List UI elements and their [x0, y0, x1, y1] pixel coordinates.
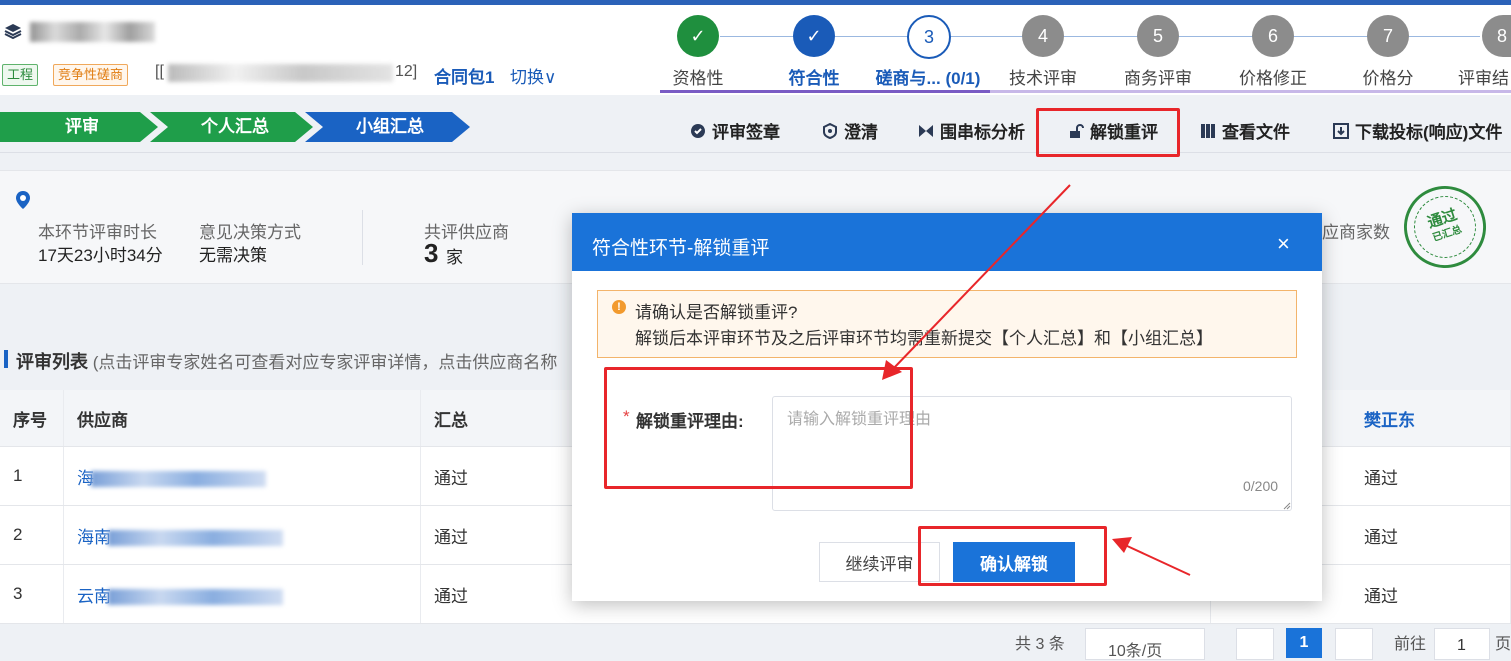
contract-package: 合同包1 — [434, 68, 495, 87]
stage-personal-summary[interactable]: 个人汇总 — [195, 112, 275, 142]
download-bid-files-button[interactable]: 下载投标(响应)文件 — [1333, 118, 1502, 143]
step-2-label[interactable]: 符合性 — [749, 64, 879, 89]
check-icon: ✓ — [806, 25, 822, 46]
stepper-progress — [660, 90, 990, 93]
step-4-circle[interactable]: 4 — [1022, 15, 1064, 57]
step-8-label[interactable]: 评审结 — [1458, 64, 1511, 89]
step-2-circle[interactable]: ✓ — [793, 15, 835, 57]
annotation-highlight-reason — [604, 367, 913, 489]
project-name-redacted — [30, 22, 155, 42]
decision-value: 无需决策 — [199, 246, 267, 265]
suppliers-unit: 家 — [446, 248, 463, 267]
project-code-prefix: [[ — [155, 63, 164, 80]
alert-description: 解锁后本评审环节及之后评审环节均需重新提交【个人汇总】和【小组汇总】 — [635, 329, 1213, 348]
duration-value: 17天23小时34分 — [38, 246, 163, 265]
col-supplier: 供应商 — [63, 390, 421, 447]
toolbar-divider — [0, 152, 1511, 153]
page-unit: 页 — [1495, 636, 1511, 653]
step-6-circle[interactable]: 6 — [1252, 15, 1294, 57]
chevron-down-icon: ∨ — [544, 68, 557, 87]
step-3-label[interactable]: 磋商与... (0/1) — [863, 64, 993, 89]
step-5-label[interactable]: 商务评审 — [1093, 64, 1223, 89]
stage-review[interactable]: 评审 — [60, 112, 104, 142]
shield-icon — [823, 122, 837, 139]
review-sign-button[interactable]: 评审签章 — [690, 118, 780, 143]
list-title-accent — [4, 350, 8, 368]
tag-engineering: 工程 — [2, 64, 39, 86]
dialog-title: 符合性环节-解锁重评 — [592, 238, 770, 259]
info-divider — [362, 210, 363, 265]
col-no: 序号 — [0, 390, 64, 447]
step-4-label[interactable]: 技术评审 — [978, 64, 1108, 89]
char-counter: 0/200 — [1243, 478, 1279, 494]
page-size-select[interactable]: 10条/页 — [1085, 628, 1205, 660]
stage-group-summary[interactable]: 小组汇总 — [350, 112, 430, 142]
switch-package-button[interactable]: 切换∨ — [510, 63, 556, 88]
step-5-circle[interactable]: 5 — [1137, 15, 1179, 57]
warning-icon: ! — [612, 300, 626, 314]
tag-procurement-method: 竞争性磋商 — [53, 64, 129, 86]
seal-icon — [691, 123, 705, 138]
goto-label: 前往 — [1394, 636, 1427, 653]
location-pin-icon — [16, 191, 30, 209]
alert-title: 请确认是否解锁重评? — [635, 303, 798, 322]
project-code-redacted — [168, 64, 393, 82]
suppliers-count: 3 — [424, 238, 439, 268]
duration-label: 本环节评审时长 — [38, 223, 157, 242]
step-1-circle[interactable]: ✓ — [677, 15, 719, 57]
step-7-label[interactable]: 价格分 — [1323, 64, 1453, 89]
project-code-suffix: 12] — [395, 63, 418, 80]
step-6-label[interactable]: 价格修正 — [1208, 64, 1338, 89]
resize-handle-icon[interactable] — [1283, 502, 1291, 510]
step-3-circle[interactable]: 3 — [907, 15, 951, 59]
supplier-link[interactable]: 云南 — [63, 564, 421, 624]
annotation-highlight-confirm — [918, 526, 1107, 586]
view-files-button[interactable]: 查看文件 — [1200, 118, 1290, 143]
supplier-count-label: 应商家数 — [1322, 223, 1390, 242]
goto-page-input[interactable]: 1 — [1434, 628, 1490, 660]
list-title: 评审列表 (点击评审专家姓名可查看对应专家评审详情，点击供应商名称 — [16, 352, 558, 372]
next-page-button[interactable] — [1335, 628, 1373, 660]
download-icon — [1333, 122, 1349, 139]
clarify-button[interactable]: 澄清 — [822, 118, 878, 143]
collusion-analysis-button[interactable]: 围串标分析 — [918, 118, 1025, 143]
pager-total: 共 3 条 — [1015, 636, 1065, 653]
supplier-link[interactable]: 海 — [63, 446, 421, 506]
supplier-link[interactable]: 海南 — [63, 505, 421, 565]
step-7-circle[interactable]: 7 — [1367, 15, 1409, 57]
bowtie-icon — [919, 124, 933, 137]
prev-page-button[interactable] — [1236, 628, 1274, 660]
decision-label: 意见决策方式 — [199, 223, 301, 242]
close-icon[interactable]: × — [1277, 233, 1290, 255]
layers-icon — [4, 24, 22, 40]
top-accent-line — [0, 0, 1511, 5]
files-icon — [1201, 123, 1215, 138]
page-1-button[interactable]: 1 — [1286, 628, 1322, 658]
check-icon: ✓ — [690, 25, 706, 46]
step-1-label[interactable]: 资格性 — [633, 64, 763, 89]
annotation-highlight-toolbar — [1036, 108, 1180, 157]
